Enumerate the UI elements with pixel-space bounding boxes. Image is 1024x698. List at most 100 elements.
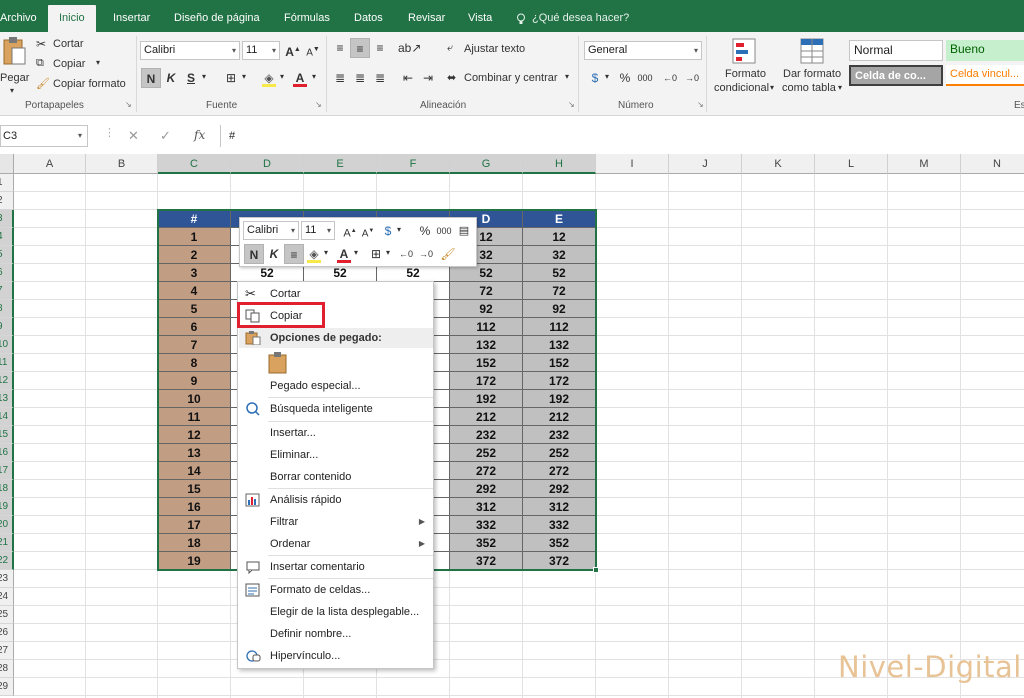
column-header-h[interactable]: H	[523, 154, 596, 174]
menu-item-define-name[interactable]: Definir nombre...	[239, 623, 433, 645]
menu-item-insert[interactable]: Insertar...	[239, 422, 433, 444]
row-header-24[interactable]: 24	[0, 588, 14, 606]
increase-font-icon[interactable]: A▲	[283, 40, 303, 60]
align-left-icon[interactable]: ≣	[330, 68, 350, 88]
row-header-29[interactable]: 29	[0, 678, 14, 696]
decrease-font-icon[interactable]: A▼	[303, 40, 323, 60]
menu-item-sort[interactable]: Ordenar ▶	[239, 533, 433, 555]
tab-datos[interactable]: Datos	[354, 5, 383, 32]
borders-icon[interactable]: ⊞	[366, 244, 386, 264]
align-right-icon[interactable]: ≣	[370, 68, 390, 88]
row-header-8[interactable]: 8	[0, 300, 14, 318]
font-size-combo[interactable]: 11 ▾	[242, 41, 280, 60]
copy-button[interactable]: ⧉ Copiar ▾	[36, 56, 126, 74]
row-header-28[interactable]: 28	[0, 660, 14, 678]
number-format-combo[interactable]: General ▾	[584, 41, 702, 60]
align-center-icon[interactable]: ≣	[350, 68, 370, 88]
column-header-a[interactable]: A	[14, 154, 86, 174]
worksheet-grid[interactable]: ABCDEFGHIJKLMN12345678910111213141516171…	[0, 154, 1024, 698]
row-header-16[interactable]: 16	[0, 444, 14, 462]
column-header-c[interactable]: C	[158, 154, 231, 174]
mini-size-combo[interactable]: 11 ▾	[301, 221, 335, 240]
chevron-down-icon[interactable]: ▾	[386, 248, 390, 257]
increase-font-icon[interactable]: A▲	[340, 221, 360, 241]
font-color-icon[interactable]: A	[290, 68, 310, 88]
mini-italic-button[interactable]: K	[264, 244, 284, 264]
row-header-21[interactable]: 21	[0, 534, 14, 552]
column-header-i[interactable]: I	[596, 154, 669, 174]
insert-function-button[interactable]: fx	[194, 128, 205, 142]
row-header-5[interactable]: 5	[0, 246, 14, 264]
chevron-down-icon[interactable]: ▾	[280, 72, 284, 81]
row-header-26[interactable]: 26	[0, 624, 14, 642]
mini-font-combo[interactable]: Calibri ▾	[243, 221, 299, 240]
dialog-launcher-icon[interactable]: ↘	[568, 100, 575, 109]
tab-insertar[interactable]: Insertar	[113, 5, 150, 32]
row-header-14[interactable]: 14	[0, 408, 14, 426]
tab-archivo[interactable]: Archivo	[0, 5, 37, 32]
column-header-d[interactable]: D	[231, 154, 304, 174]
menu-item-filter[interactable]: Filtrar ▶	[239, 511, 433, 533]
orientation-icon[interactable]: ab↗	[398, 38, 421, 58]
row-header-11[interactable]: 11	[0, 354, 14, 372]
select-all-corner[interactable]	[0, 154, 14, 174]
row-header-20[interactable]: 20	[0, 516, 14, 534]
row-header-13[interactable]: 13	[0, 390, 14, 408]
tab-formulas[interactable]: Fórmulas	[284, 5, 330, 32]
chevron-down-icon[interactable]: ▾	[202, 72, 206, 81]
style-check-cell[interactable]: Celda de co...	[849, 65, 943, 86]
row-header-10[interactable]: 10	[0, 336, 14, 354]
decrease-decimal-icon[interactable]: →0	[682, 68, 702, 88]
column-header-g[interactable]: G	[450, 154, 523, 174]
chevron-down-icon[interactable]: ▾	[324, 248, 328, 257]
row-header-3[interactable]: 3	[0, 210, 14, 228]
tab-revisar[interactable]: Revisar	[408, 5, 445, 32]
mini-thousands-button[interactable]: 000	[434, 221, 454, 241]
currency-icon[interactable]: $	[378, 221, 398, 241]
decrease-decimal-icon[interactable]: →0	[416, 244, 436, 264]
conditional-format-button[interactable]: Formato condicional ▾	[712, 36, 778, 98]
row-header-25[interactable]: 25	[0, 606, 14, 624]
row-header-23[interactable]: 23	[0, 570, 14, 588]
fill-color-icon[interactable]: ◈	[259, 68, 279, 88]
bold-button[interactable]: N	[141, 68, 161, 88]
row-header-19[interactable]: 19	[0, 498, 14, 516]
borders-icon[interactable]: ⊞	[221, 68, 241, 88]
chevron-down-icon[interactable]: ▾	[397, 225, 401, 234]
formula-input[interactable]: #	[220, 125, 1024, 147]
row-header-15[interactable]: 15	[0, 426, 14, 444]
row-header-22[interactable]: 22	[0, 552, 14, 570]
mini-bold-button[interactable]: N	[244, 244, 264, 264]
tab-inicio[interactable]: Inicio	[48, 5, 96, 32]
currency-icon[interactable]: $	[585, 68, 605, 88]
menu-item-paste-special[interactable]: Pegado especial...	[239, 375, 433, 397]
align-bottom-icon[interactable]: ≡	[370, 38, 390, 58]
thousands-button[interactable]: 000	[635, 68, 655, 88]
chevron-down-icon[interactable]: ▾	[312, 72, 316, 81]
style-normal[interactable]: Normal	[849, 40, 943, 61]
enter-icon[interactable]: ✓	[160, 128, 171, 144]
format-as-table-button[interactable]: Dar formato como tabla ▾	[780, 36, 846, 98]
column-header-f[interactable]: F	[377, 154, 450, 174]
menu-item-smart-lookup[interactable]: Búsqueda inteligente	[239, 398, 433, 420]
format-painter-button[interactable]: 🖌 Copiar formato	[36, 76, 131, 94]
chevron-down-icon[interactable]: ▾	[605, 72, 609, 81]
chevron-down-icon[interactable]: ▾	[242, 72, 246, 81]
row-header-6[interactable]: 6	[0, 264, 14, 282]
name-box[interactable]: C3 ▾	[0, 125, 88, 147]
brush-icon[interactable]: 🖌	[438, 244, 458, 264]
menu-item-hyperlink[interactable]: Hipervínculo...	[239, 645, 433, 667]
row-header-12[interactable]: 12	[0, 372, 14, 390]
menu-item-insert-comment[interactable]: Insertar comentario	[239, 556, 433, 578]
percent-button[interactable]: %	[615, 68, 635, 88]
cut-button[interactable]: ✂ Cortar	[36, 36, 126, 54]
column-header-l[interactable]: L	[815, 154, 888, 174]
increase-indent-icon[interactable]: ⇥	[418, 68, 438, 88]
align-top-icon[interactable]: ≡	[330, 38, 350, 58]
column-header-k[interactable]: K	[742, 154, 815, 174]
align-center-icon[interactable]: ≡	[284, 244, 304, 264]
chevron-down-icon[interactable]: ▾	[354, 248, 358, 257]
style-linked-cell[interactable]: Celda vincul...	[946, 65, 1024, 86]
column-header-e[interactable]: E	[304, 154, 377, 174]
font-name-combo[interactable]: Calibri ▾	[140, 41, 240, 60]
